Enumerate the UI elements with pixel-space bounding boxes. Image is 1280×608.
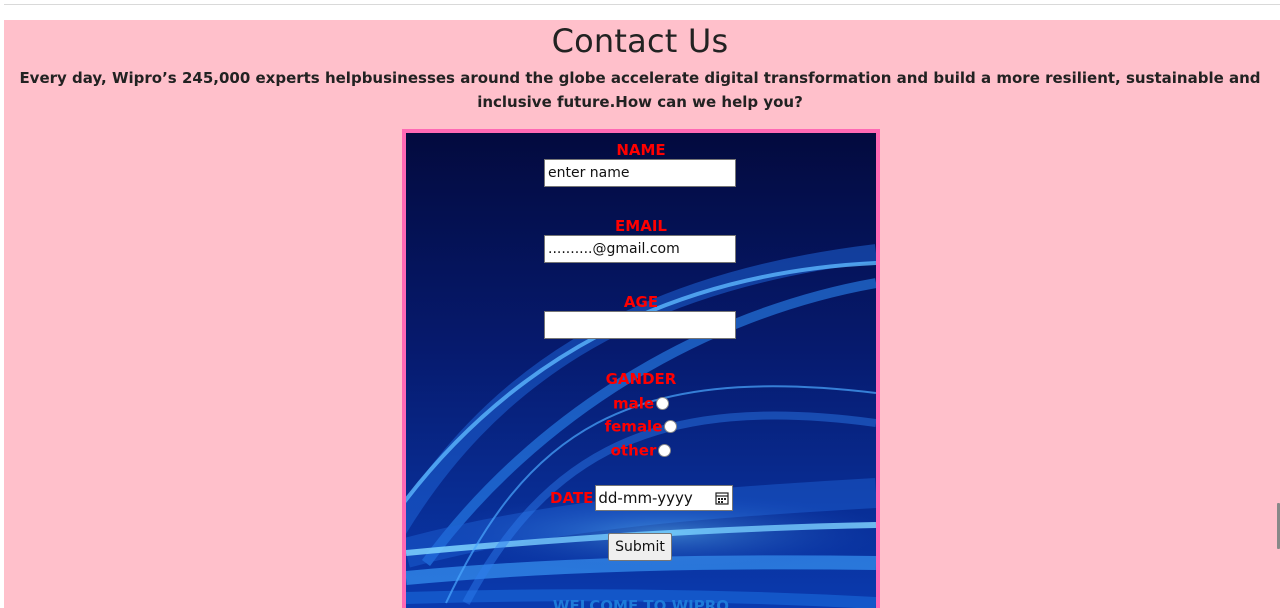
date-label: DATE [550,489,594,507]
gender-option-male: male [406,393,876,413]
gender-option-female: female [406,416,876,436]
gender-other-radio[interactable] [658,444,672,457]
calendar-icon[interactable] [715,491,729,505]
gender-male-label: male [612,394,655,413]
browser-top-area [0,0,1280,20]
gender-female-label: female [604,417,663,436]
email-input[interactable]: ..........@gmail.com [544,235,736,263]
submit-button[interactable]: Submit [608,533,672,561]
page-subtitle: Every day, Wipro’s 245,000 experts helpb… [19,69,1261,111]
date-input[interactable]: dd-mm-yyyy [595,485,734,511]
page-title: Contact Us [551,22,729,60]
gender-female-radio[interactable] [664,420,678,433]
email-label: EMAIL [615,217,667,235]
date-placeholder: dd-mm-yyyy [598,489,693,507]
age-input[interactable] [544,311,736,339]
name-input[interactable]: enter name [544,159,736,187]
age-label: AGE [623,293,659,311]
gender-other-label: other [610,441,657,460]
gender-male-radio[interactable] [656,397,670,410]
name-label: NAME [616,141,666,159]
gender-label: GANDER [605,370,677,388]
gender-option-other: other [406,440,876,460]
top-divider [4,4,1280,5]
welcome-text: WELCOME TO WIPRO [552,597,730,608]
date-field: DATE dd-mm-yyyy [550,485,734,511]
contact-form: NAME enter name EMAIL ..........@gmail.c… [402,129,880,608]
contact-page: Contact Us Every day, Wipro’s 245,000 ex… [4,20,1280,608]
